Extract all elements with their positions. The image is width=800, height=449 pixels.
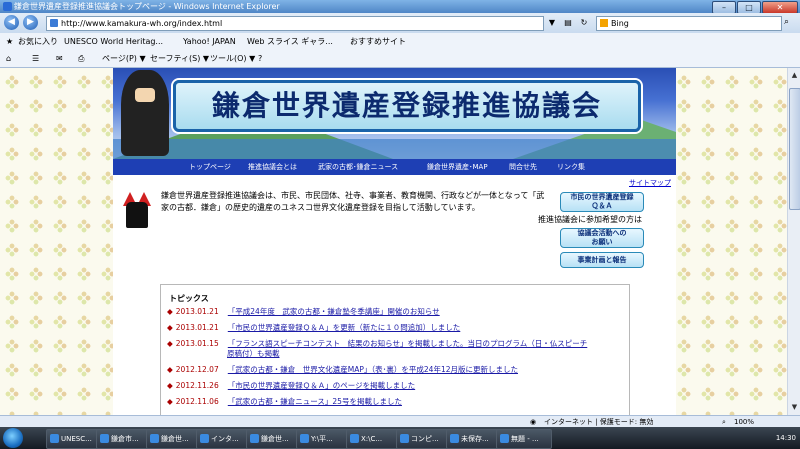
taskbar-item[interactable]: 未保存... [446,429,502,449]
favorites-star-icon[interactable]: ★ [6,33,13,50]
topic-date: 2013.01.21 [175,307,219,316]
topic-date: 2012.11.26 [175,381,219,390]
topic-date: 2012.12.07 [175,365,219,374]
window-title: 鎌倉世界遺産登録推進協議会トップページ - Windows Internet E… [14,2,280,11]
topic-date: 2013.01.21 [175,323,219,332]
page-menu[interactable]: ページ(P) ▼ [102,50,146,67]
command-bar: ⌂ ☰ ✉ ⎙ ページ(P) ▼ セーフティ(S) ▼ ツール(O) ▼ ? [0,50,800,68]
topic-item: ◆ 2013.01.21 「平成24年度 武家の古都・鎌倉塾冬季講座」開催のお知らせ [167,307,440,316]
topic-link[interactable]: 「武家の古都・鎌倉ニュース」25号を掲載しました [228,397,402,406]
compat-icon[interactable]: ▤ [562,17,574,29]
back-button[interactable]: ◀ [4,15,19,30]
url-input[interactable]: http://www.kamakura-wh.org/index.html [46,16,544,31]
favorites-button[interactable]: お気に入り [18,33,58,50]
samurai-illustration [121,70,169,156]
taskbar-item[interactable]: インタ... [196,429,252,449]
taskbar-clock[interactable]: 14:30 [776,427,796,449]
qa-button[interactable]: 市民の世界遺産登録 Ｑ＆Ａ [560,192,644,212]
banner-sea [113,139,676,159]
window-titlebar: 鎌倉世界遺産登録推進協議会トップページ - Windows Internet E… [0,0,800,14]
sitemap-link[interactable]: サイトマップ [629,178,671,188]
topic-item: ◆ 2013.01.15 「フランス語スピーチコンテスト 結果のお知らせ」を掲載しま… [167,339,588,358]
main-nav: トップページ 推進協議会とは 武家の古都･鎌倉ニュース 鎌倉世界遺産･MAP 問… [113,159,676,175]
start-button[interactable] [3,428,23,448]
qa-button-line2: Ｑ＆Ａ [591,202,613,210]
taskbar-item[interactable]: X:\C... [346,429,402,449]
search-icon[interactable]: ⌕ [784,17,789,27]
topic-date: 2012.11.06 [175,397,219,406]
site-favicon-icon [50,19,58,27]
favorites-bar: ★ お気に入り UNESCO World Heritag... Yahoo! J… [0,33,800,51]
topic-link-continued[interactable]: 原稿付）も掲載 [227,349,280,359]
plan-report-button[interactable]: 事業計画と報告 [560,252,644,268]
topic-link[interactable]: 「平成24年度 武家の古都・鎌倉塾冬季講座」開催のお知らせ [228,307,440,316]
safety-menu[interactable]: セーフティ(S) ▼ [150,50,209,67]
taskbar-item[interactable]: 鎌倉世... [246,429,302,449]
topic-item: ◆ 2012.11.06 「武家の古都・鎌倉ニュース」25号を掲載しました [167,397,402,406]
topic-item: ◆ 2012.12.07 「武家の古都・鎌倉 世界文化遺産MAP」（表･裏）を平成2… [167,365,518,374]
scroll-thumb[interactable] [789,88,800,210]
activity-button-line2: お願い [591,238,613,246]
nav-news[interactable]: 武家の古都･鎌倉ニュース [318,159,398,175]
address-bar: ◀ ▶ http://www.kamakura-wh.org/index.htm… [0,13,800,33]
kabuto-helmet-icon [123,192,151,230]
taskbar-item[interactable]: 無題 - ... [496,429,552,449]
search-input[interactable]: Bing [596,16,782,31]
taskbar-item[interactable]: コンピ... [396,429,452,449]
ie-icon [3,2,12,11]
fav-item-unesco[interactable]: UNESCO World Heritag... [64,33,163,50]
refresh-icon[interactable]: ↻ [578,17,590,29]
join-label: 推進協議会に参加希望の方は [538,215,642,224]
topic-item: ◆ 2012.11.26 「市民の世界遺産登録Ｑ＆Ａ」のページを掲載しました [167,381,416,390]
feeds-icon[interactable]: ☰ [32,50,39,67]
activity-request-button[interactable]: 協議会活動への お願い [560,228,644,248]
activity-button-line1: 協議会活動への [577,229,627,237]
fav-item-webslice[interactable]: Web スライス ギャラ... [247,33,333,50]
banner-title-panel: 鎌倉世界遺産登録推進協議会 [173,80,641,132]
nav-contact[interactable]: 問合せ先 [509,159,537,175]
taskbar: UNESC... 鎌倉市... 鎌倉世... インタ... 鎌倉世... Y:\… [0,427,800,449]
search-provider: Bing [611,19,629,28]
forward-button[interactable]: ▶ [23,15,38,30]
topic-link[interactable]: 「市民の世界遺産登録Ｑ＆Ａ」を更新（新たに１０問追加）しました [228,323,461,332]
page-viewport: 鎌倉世界遺産登録推進協議会 トップページ 推進協議会とは 武家の古都･鎌倉ニュー… [0,68,800,415]
taskbar-item[interactable]: Y:\平... [296,429,352,449]
topics-panel: トピックス ◆ 2013.01.21 「平成24年度 武家の古都・鎌倉塾冬季講座」開… [160,284,630,415]
taskbar-item[interactable]: UNESC... [46,429,102,449]
topic-date: 2013.01.15 [175,339,219,348]
topic-item: ◆ 2013.01.21 「市民の世界遺産登録Ｑ＆Ａ」を更新（新たに１０問追加）しま… [167,323,461,332]
page-body: 鎌倉世界遺産登録推進協議会 トップページ 推進協議会とは 武家の古都･鎌倉ニュー… [113,68,676,415]
help-icon[interactable]: ? [258,50,262,67]
home-icon[interactable]: ⌂ [6,50,11,67]
url-text: http://www.kamakura-wh.org/index.html [61,19,223,28]
topic-link[interactable]: 「フランス語スピーチコンテスト 結果のお知らせ」を掲載しました。当日のプログラム… [228,339,587,348]
scroll-up-icon[interactable]: ▲ [789,70,800,81]
taskbar-item[interactable]: 鎌倉世... [146,429,202,449]
mail-icon[interactable]: ✉ [56,50,63,67]
tools-menu[interactable]: ツール(O) ▼ [210,50,255,67]
nav-about[interactable]: 推進協議会とは [248,159,297,175]
intro-text: 鎌倉世界遺産登録推進協議会は、市民、市民団体、社寺、事業者、教育機関、行政などが… [161,191,545,212]
topic-link[interactable]: 「市民の世界遺産登録Ｑ＆Ａ」のページを掲載しました [228,381,415,390]
fav-item-suggested[interactable]: おすすめサイト [350,33,406,50]
qa-button-line1: 市民の世界遺産登録 [570,193,634,201]
bing-icon [600,19,608,27]
fav-item-yahoo[interactable]: Yahoo! JAPAN [183,33,236,50]
nav-map[interactable]: 鎌倉世界遺産･MAP [427,159,488,175]
scroll-down-icon[interactable]: ▼ [789,402,800,413]
taskbar-item[interactable]: 鎌倉市... [96,429,152,449]
site-title: 鎌倉世界遺産登録推進協議会 [211,89,602,122]
nav-top[interactable]: トップページ [189,159,231,175]
vertical-scrollbar[interactable]: ▲ ▼ [787,68,800,415]
print-icon[interactable]: ⎙ [78,50,84,67]
nav-links[interactable]: リンク集 [557,159,585,175]
site-banner: 鎌倉世界遺産登録推進協議会 [113,68,676,159]
dropdown-icon[interactable]: ▼ [546,17,558,29]
topic-link[interactable]: 「武家の古都・鎌倉 世界文化遺産MAP」（表･裏）を平成24年12月版に更新しま… [228,365,518,374]
topics-heading: トピックス [169,294,209,303]
